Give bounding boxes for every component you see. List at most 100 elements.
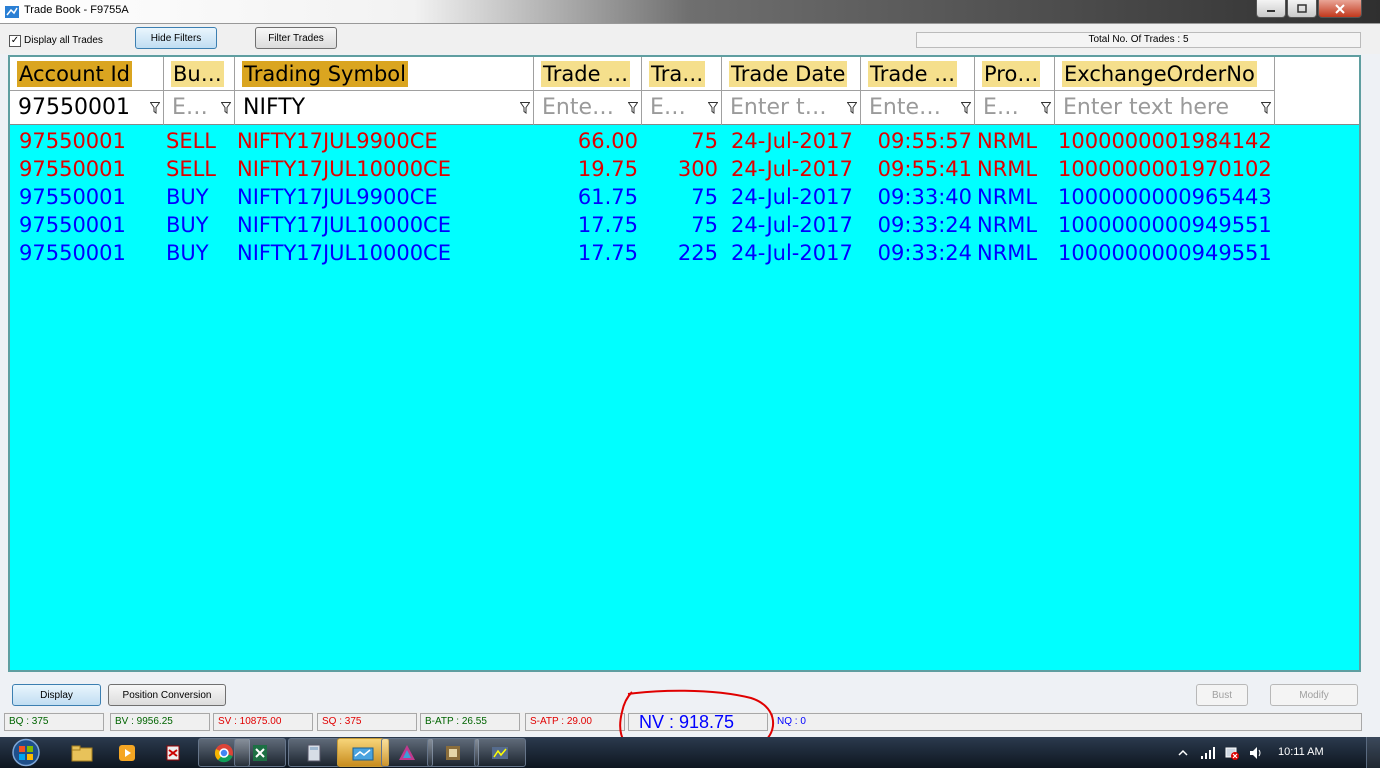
trading-symbol-cell: NIFTY17JUL9900CE (237, 185, 438, 209)
filter-cell[interactable]: Enter text here (1055, 91, 1275, 125)
filter-trade-date-input[interactable]: Enter t… (730, 95, 827, 121)
media-player-icon (119, 744, 135, 761)
volume-icon[interactable] (1248, 745, 1264, 761)
column-label: Trading Symbol (242, 61, 408, 87)
filter-row: 97550001 E… NIFTY Ente… E… Enter t… Ente… (10, 91, 1359, 125)
display-all-checkbox[interactable]: ✓ (9, 35, 21, 47)
filter-funnel-icon[interactable] (708, 102, 718, 114)
table-row[interactable]: 97550001 BUY NIFTY17JUL9900CE 61.75 75 2… (10, 183, 1359, 211)
filter-funnel-icon[interactable] (221, 102, 231, 114)
filter-cell[interactable]: E… (975, 91, 1055, 125)
filter-funnel-icon[interactable] (1261, 102, 1271, 114)
position-conversion-button[interactable]: Position Conversion (108, 684, 226, 706)
trade-price-cell: 66.00 (577, 129, 638, 153)
minimize-icon (1267, 9, 1275, 12)
start-orb-icon[interactable] (6, 737, 46, 768)
filter-cell[interactable]: 97550001 (10, 91, 164, 125)
trading-symbol-cell: NIFTY17JUL9900CE (237, 129, 438, 153)
taskbar-excel[interactable] (234, 738, 286, 767)
maximize-icon (1297, 4, 1307, 13)
signal-icon[interactable] (1200, 746, 1216, 760)
column-header-product[interactable]: Pro… (975, 57, 1055, 91)
close-button[interactable] (1318, 0, 1362, 18)
filter-buy-sell-input[interactable]: E… (172, 95, 208, 121)
table-row[interactable]: 97550001 SELL NIFTY17JUL9900CE 66.00 75 … (10, 127, 1359, 155)
filter-exchange-order-input[interactable]: Enter text here (1063, 95, 1229, 121)
column-header-trade-price[interactable]: Trade … (534, 57, 642, 91)
account-id-cell: 97550001 (19, 213, 126, 237)
product-cell: NRML (977, 185, 1038, 209)
filter-funnel-icon[interactable] (520, 102, 530, 114)
excel-icon (253, 744, 267, 761)
filter-trade-qty-input[interactable]: E… (650, 95, 686, 121)
hide-filters-button[interactable]: Hide Filters (135, 27, 217, 49)
modify-button[interactable]: Modify (1270, 684, 1358, 706)
filter-funnel-icon[interactable] (150, 102, 160, 114)
table-row[interactable]: 97550001 BUY NIFTY17JUL10000CE 17.75 225… (10, 239, 1359, 267)
filter-cell[interactable]: Enter t… (722, 91, 861, 125)
trade-qty-cell: 225 (677, 241, 718, 265)
taskbar-calculator[interactable] (288, 738, 340, 767)
filter-funnel-icon[interactable] (1041, 102, 1051, 114)
column-label: Tra… (649, 61, 706, 87)
title-bar: Trade Book - F9755A (0, 0, 1380, 24)
buy-quantity: BQ : 375 (4, 713, 104, 731)
trade-qty-cell: 300 (677, 157, 718, 181)
table-row[interactable]: 97550001 BUY NIFTY17JUL10000CE 17.75 75 … (10, 211, 1359, 239)
column-label: Account Id (17, 61, 132, 87)
account-id-cell: 97550001 (19, 129, 126, 153)
trade-time-cell: 09:33:24 (877, 213, 972, 237)
column-header-trade-qty[interactable]: Tra… (642, 57, 722, 91)
filter-trade-time-input[interactable]: Ente… (869, 95, 941, 121)
buy-sell-cell: BUY (166, 213, 209, 237)
filter-funnel-icon[interactable] (961, 102, 971, 114)
taskbar-media-player[interactable] (101, 738, 153, 767)
column-header-account-id[interactable]: Account Id (10, 57, 164, 91)
trade-grid: Account Id Bu… Trading Symbol Trade … Tr… (8, 55, 1361, 672)
show-desktop-button[interactable] (1366, 737, 1380, 768)
column-header-trade-time[interactable]: Trade … (861, 57, 975, 91)
filter-cell[interactable]: NIFTY (235, 91, 534, 125)
column-header-buy-sell[interactable]: Bu… (164, 57, 235, 91)
taskbar: 10:11 AM (0, 737, 1380, 768)
exchange-order-cell: 1000000000965443 (1058, 185, 1272, 209)
column-header-exchange-order-no[interactable]: ExchangeOrderNo (1055, 57, 1275, 91)
filter-cell[interactable]: Ente… (861, 91, 975, 125)
account-id-cell: 97550001 (19, 185, 126, 209)
trading-symbol-cell: NIFTY17JUL10000CE (237, 241, 451, 265)
filter-cell[interactable]: Ente… (534, 91, 642, 125)
taskbar-app[interactable] (427, 738, 479, 767)
trade-time-cell: 09:33:24 (877, 241, 972, 265)
filter-funnel-icon[interactable] (847, 102, 857, 114)
display-button[interactable]: Display (12, 684, 101, 706)
filter-trade-price-input[interactable]: Ente… (542, 95, 614, 121)
filter-product-input[interactable]: E… (983, 95, 1019, 121)
minimize-button[interactable] (1256, 0, 1286, 18)
filter-account-id-input[interactable]: 97550001 (18, 95, 130, 121)
show-hidden-icons-icon[interactable] (1178, 748, 1188, 758)
exchange-order-cell: 1000000000949551 (1058, 213, 1272, 237)
network-icon[interactable] (1224, 745, 1240, 761)
status-bar: BQ : 375 BV : 9956.25 SV : 10875.00 SQ :… (4, 712, 1362, 732)
filter-trading-symbol-input[interactable]: NIFTY (243, 95, 305, 121)
maximize-button[interactable] (1287, 0, 1317, 18)
filter-cell[interactable]: E… (642, 91, 722, 125)
table-row[interactable]: 97550001 SELL NIFTY17JUL10000CE 19.75 30… (10, 155, 1359, 183)
clock[interactable]: 10:11 AM (1278, 746, 1324, 758)
chrome-icon (214, 743, 233, 762)
filter-funnel-icon[interactable] (628, 102, 638, 114)
taskbar-app[interactable] (381, 738, 433, 767)
sell-quantity: SQ : 375 (317, 713, 417, 731)
column-label: Bu… (171, 61, 224, 87)
product-cell: NRML (977, 157, 1038, 181)
column-header-trading-symbol[interactable]: Trading Symbol (235, 57, 534, 91)
bust-button[interactable]: Bust (1196, 684, 1248, 706)
column-header-trade-date[interactable]: Trade Date (722, 57, 861, 91)
taskbar-app[interactable] (147, 738, 199, 767)
buy-sell-cell: BUY (166, 241, 209, 265)
trading-symbol-cell: NIFTY17JUL10000CE (237, 213, 451, 237)
filter-trades-button[interactable]: Filter Trades (255, 27, 337, 49)
filter-cell[interactable]: E… (164, 91, 235, 125)
taskbar-app[interactable] (474, 738, 526, 767)
trade-price-cell: 61.75 (577, 185, 638, 209)
